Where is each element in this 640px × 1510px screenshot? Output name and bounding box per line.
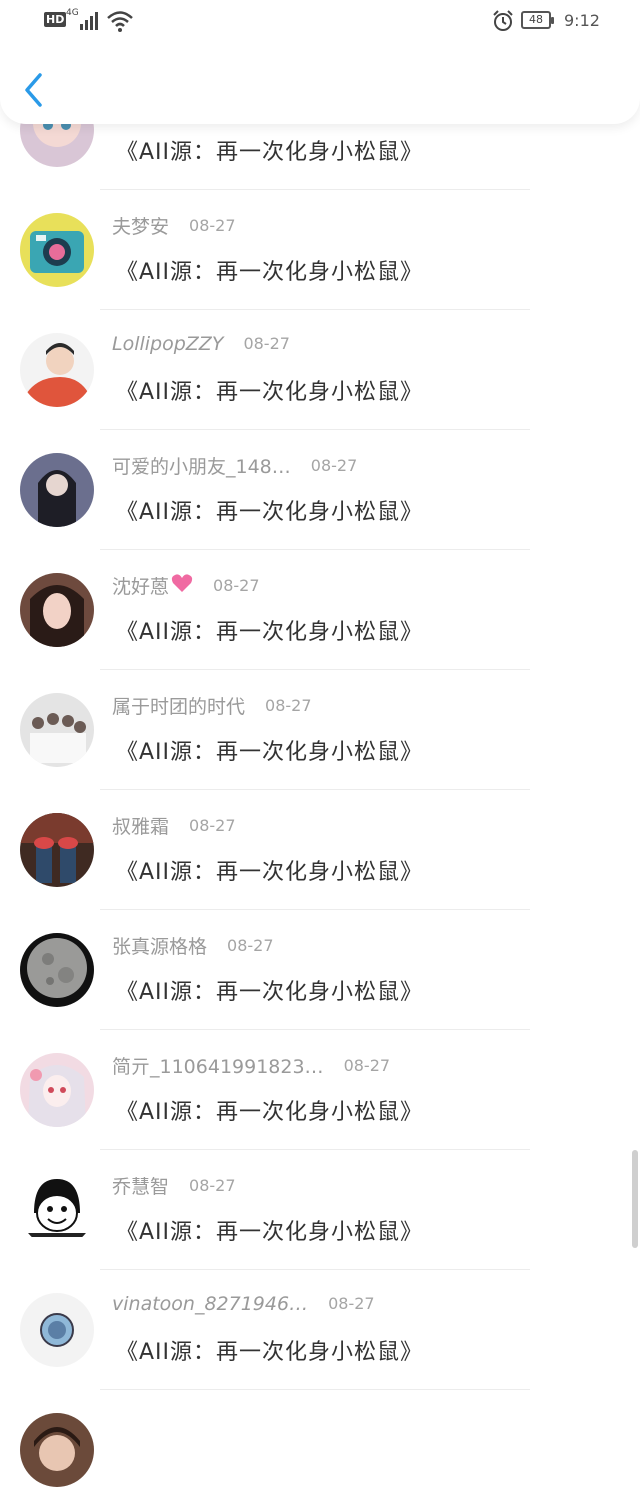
comment-text: 《AII源：再一次化身小松鼠》 bbox=[116, 140, 424, 165]
comment-text: 《AII源：再一次化身小松鼠》 bbox=[116, 380, 424, 405]
wifi-icon bbox=[107, 11, 133, 32]
avatar[interactable] bbox=[20, 813, 94, 887]
username[interactable]: 属于时团的时代 bbox=[112, 692, 245, 719]
username[interactable]: 夫梦安 bbox=[112, 212, 169, 239]
battery-level: 48 bbox=[529, 13, 543, 26]
list-item[interactable]: 简亓_110641991823… 08-27 《AII源：再一次化身小松鼠》 bbox=[0, 1030, 640, 1150]
list-item[interactable]: 叔雅霜 08-27 《AII源：再一次化身小松鼠》 bbox=[0, 790, 640, 910]
username[interactable]: vinatoon_8271946… bbox=[112, 1293, 308, 1315]
list-item[interactable]: 张真源格格 08-27 《AII源：再一次化身小松鼠》 bbox=[0, 910, 640, 1030]
comment-date: 08-27 bbox=[189, 1176, 236, 1195]
signal-icon bbox=[80, 12, 102, 30]
top-bar: HD 4G 48 9:12 bbox=[0, 0, 640, 124]
list-item[interactable]: 夫梦安 08-27 《AII源：再一次化身小松鼠》 bbox=[0, 190, 640, 310]
avatar[interactable] bbox=[20, 933, 94, 1007]
avatar[interactable] bbox=[20, 333, 94, 407]
back-button[interactable] bbox=[20, 70, 50, 110]
comment-date: 08-27 bbox=[227, 936, 274, 955]
comment-text: 《AII源：再一次化身小松鼠》 bbox=[116, 980, 424, 1005]
comment-date: 08-27 bbox=[328, 1294, 375, 1313]
comment-date: 08-27 bbox=[343, 1056, 391, 1075]
comment-text: 《AII源：再一次化身小松鼠》 bbox=[116, 740, 424, 765]
scrollbar[interactable] bbox=[632, 1150, 638, 1248]
list-item[interactable]: 沈好蒽 08-27 《AII源：再一次化身小松鼠》 bbox=[0, 550, 640, 670]
comment-date: 08-27 bbox=[189, 216, 236, 235]
avatar[interactable] bbox=[20, 573, 94, 647]
alarm-icon bbox=[493, 10, 513, 31]
clock: 9:12 bbox=[564, 11, 600, 30]
avatar[interactable] bbox=[20, 1053, 94, 1127]
battery-icon: 48 bbox=[521, 11, 554, 29]
username[interactable]: LollipopZZY bbox=[112, 333, 223, 355]
avatar[interactable] bbox=[20, 693, 94, 767]
avatar[interactable] bbox=[20, 453, 94, 527]
avatar[interactable] bbox=[20, 1293, 94, 1367]
comment-text: 《AII源：再一次化身小松鼠》 bbox=[116, 260, 424, 285]
list-item[interactable]: 可爱的小朋友_148… 08-27 《AII源：再一次化身小松鼠》 bbox=[0, 430, 640, 550]
comment-text: 《AII源：再一次化身小松鼠》 bbox=[116, 500, 424, 525]
chevron-left-icon bbox=[25, 73, 42, 107]
username[interactable]: 简亓_110641991823… bbox=[112, 1052, 324, 1079]
comment-date: 08-27 bbox=[243, 334, 290, 353]
list-item[interactable]: 属于时团的时代 08-27 《AII源：再一次化身小松鼠》 bbox=[0, 670, 640, 790]
hd-badge: HD bbox=[44, 12, 67, 27]
avatar[interactable] bbox=[20, 1173, 94, 1247]
comment-text: 《AII源：再一次化身小松鼠》 bbox=[116, 1340, 424, 1365]
comment-text: 《AII源：再一次化身小松鼠》 bbox=[116, 620, 424, 645]
list-item[interactable]: vinatoon_8271946… 08-27 《AII源：再一次化身小松鼠》 bbox=[0, 1270, 640, 1390]
avatar[interactable] bbox=[20, 1413, 94, 1487]
list-item[interactable]: LollipopZZY 08-27 《AII源：再一次化身小松鼠》 bbox=[0, 310, 640, 430]
comment-date: 08-27 bbox=[265, 696, 312, 715]
comment-date: 08-27 bbox=[189, 816, 236, 835]
network-type: 4G bbox=[66, 8, 79, 18]
comment-date: 08-27 bbox=[213, 576, 260, 595]
username[interactable]: 叔雅霜 bbox=[112, 812, 169, 839]
username[interactable]: 可爱的小朋友_148… bbox=[112, 452, 291, 479]
list-item[interactable] bbox=[0, 1390, 640, 1510]
comment-text: 《AII源：再一次化身小松鼠》 bbox=[116, 860, 424, 885]
username[interactable]: 沈好蒽 bbox=[112, 572, 169, 599]
comment-date: 08-27 bbox=[310, 456, 358, 475]
username[interactable]: 乔慧智 bbox=[112, 1172, 169, 1199]
comment-text: 《AII源：再一次化身小松鼠》 bbox=[116, 1220, 424, 1245]
comment-text: 《AII源：再一次化身小松鼠》 bbox=[116, 1100, 424, 1125]
username[interactable]: 张真源格格 bbox=[112, 932, 207, 959]
status-bar: HD 4G 48 9:12 bbox=[0, 0, 640, 44]
avatar[interactable] bbox=[20, 213, 94, 287]
list-item[interactable]: 乔慧智 08-27 《AII源：再一次化身小松鼠》 bbox=[0, 1150, 640, 1270]
heart-icon bbox=[171, 573, 193, 598]
